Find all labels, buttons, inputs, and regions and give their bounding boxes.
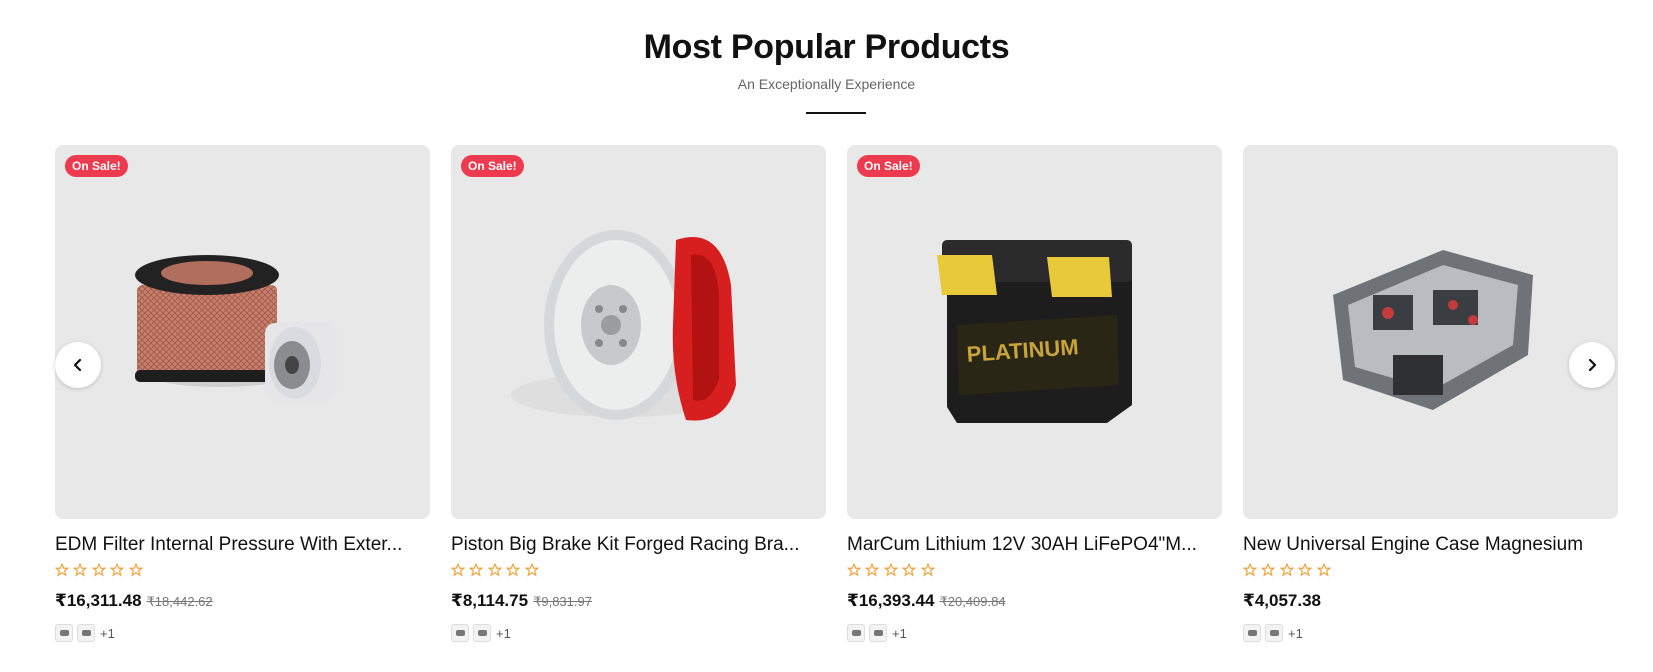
price-row: ₹4,057.38: [1243, 591, 1618, 613]
rating-stars: [54, 562, 430, 579]
variant-swatches: +1: [451, 623, 826, 643]
star-icon: [505, 562, 521, 577]
star-icon: [72, 562, 88, 577]
variant-swatch[interactable]: [451, 624, 469, 642]
star-icon: [468, 562, 484, 577]
variant-swatch[interactable]: [847, 624, 865, 642]
brake-kit-image: [511, 230, 736, 421]
price-row: ₹16,393.44 ₹20,409.84: [847, 591, 1222, 613]
product-name[interactable]: New Universal Engine Case Magnesium: [1243, 533, 1618, 557]
original-price: ₹9,831.97: [533, 594, 592, 609]
more-variants-count[interactable]: +1: [1288, 626, 1303, 641]
product-image-area[interactable]: On Sale!: [451, 145, 826, 519]
original-price: ₹20,409.84: [939, 594, 1006, 609]
section-subtitle: An Exceptionally Experience: [737, 76, 916, 92]
star-icon: [91, 562, 107, 577]
star-icon: [1279, 562, 1295, 577]
star-icon: [524, 562, 540, 577]
variant-swatches: +1: [847, 623, 1222, 643]
price-row: ₹16,311.48 ₹18,442.62: [55, 591, 430, 613]
star-icon: [54, 562, 70, 577]
chevron-right-icon: [1588, 358, 1597, 372]
sale-price: ₹4,057.38: [1243, 591, 1322, 610]
star-icon: [901, 562, 917, 577]
battery-image: PLATINUM: [937, 240, 1132, 423]
sale-price: ₹16,393.44: [847, 591, 935, 610]
carousel-next-button[interactable]: [1569, 342, 1615, 388]
variant-swatches: +1: [1243, 623, 1618, 643]
sale-price: ₹8,114.75: [451, 591, 529, 610]
sale-badge: On Sale!: [65, 155, 128, 177]
engine-image: [1333, 250, 1533, 410]
product-card[interactable]: On Sale! Piston Big Brake Kit Forged Rac…: [450, 145, 826, 643]
star-icon: [487, 562, 503, 577]
variant-swatch[interactable]: [55, 624, 73, 642]
rating-stars: [1242, 562, 1618, 579]
product-name[interactable]: MarCum Lithium 12V 30AH LiFePO4"M...: [847, 533, 1222, 557]
more-variants-count[interactable]: +1: [496, 626, 511, 641]
variant-swatch[interactable]: [473, 624, 491, 642]
original-price: ₹18,442.62: [146, 594, 213, 609]
rating-stars: [450, 562, 826, 579]
star-icon: [1316, 562, 1332, 577]
product-image-area[interactable]: PLATINUM On Sale!: [847, 145, 1222, 519]
sale-price: ₹16,311.48: [55, 591, 142, 610]
sale-badge: On Sale!: [461, 155, 524, 177]
section-title: Most Popular Products: [643, 28, 1010, 66]
star-icon: [846, 562, 862, 577]
title-divider: [806, 112, 866, 114]
product-image-area[interactable]: On Sale!: [55, 145, 430, 519]
star-icon: [450, 562, 466, 577]
product-card[interactable]: On Sale! EDM Filter Internal Pressure Wi…: [54, 145, 430, 643]
star-icon: [128, 562, 144, 577]
product-image-area[interactable]: [1243, 145, 1618, 519]
star-icon: [920, 562, 936, 577]
variant-swatch[interactable]: [869, 624, 887, 642]
rating-stars: [846, 562, 1222, 579]
chevron-left-icon: [73, 358, 82, 372]
variant-swatch[interactable]: [1265, 624, 1283, 642]
star-icon: [864, 562, 880, 577]
price-row: ₹8,114.75 ₹9,831.97: [451, 591, 826, 613]
variant-swatch[interactable]: [77, 624, 95, 642]
product-name[interactable]: Piston Big Brake Kit Forged Racing Bra..…: [451, 533, 826, 557]
star-icon: [109, 562, 125, 577]
sale-badge: On Sale!: [857, 155, 920, 177]
star-icon: [1297, 562, 1313, 577]
star-icon: [883, 562, 899, 577]
carousel-prev-button[interactable]: [55, 342, 101, 388]
more-variants-count[interactable]: +1: [892, 626, 907, 641]
product-name[interactable]: EDM Filter Internal Pressure With Exter.…: [55, 533, 430, 557]
product-card[interactable]: PLATINUM On Sale! MarCum Lithium 12V 30A…: [846, 145, 1222, 643]
more-variants-count[interactable]: +1: [100, 626, 115, 641]
variant-swatches: +1: [55, 623, 430, 643]
air-filter-image: [135, 255, 337, 401]
product-card[interactable]: New Universal Engine Case Magnesium ₹4,0…: [1242, 145, 1618, 643]
star-icon: [1242, 562, 1258, 577]
variant-swatch[interactable]: [1243, 624, 1261, 642]
star-icon: [1260, 562, 1276, 577]
